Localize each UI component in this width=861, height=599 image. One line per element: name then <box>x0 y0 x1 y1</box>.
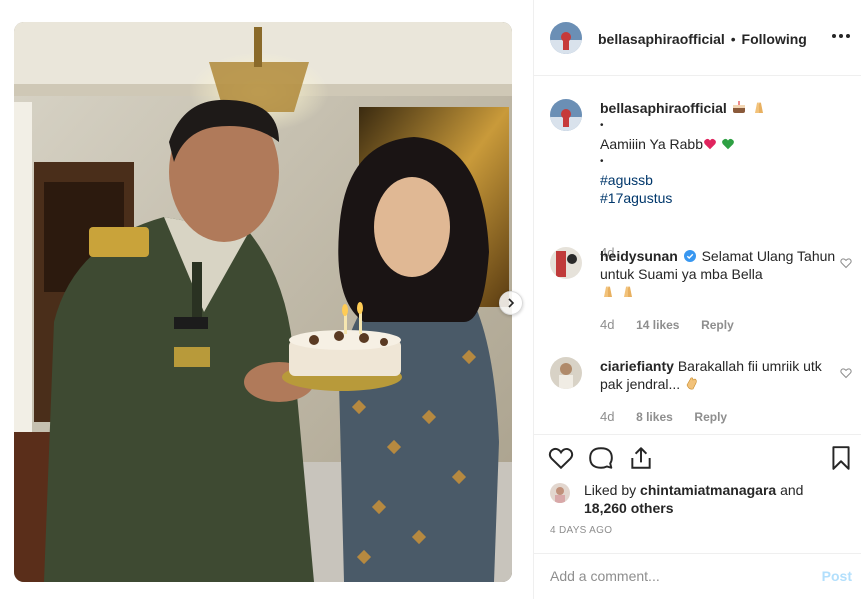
green-heart-emoji-icon <box>721 138 734 150</box>
comment-bubble-icon[interactable] <box>588 445 614 471</box>
post-timestamp[interactable]: 4 DAYS AGO <box>550 525 612 536</box>
caption-avatar[interactable] <box>550 99 582 131</box>
liker-avatar[interactable] <box>550 483 570 503</box>
commenter-username[interactable]: heidysunan <box>600 248 678 264</box>
comment-reply-button[interactable]: Reply <box>701 318 734 332</box>
comment-likes[interactable]: 8 likes <box>636 410 673 424</box>
post-actions: Liked by chintamiatmanagara and 18,260 o… <box>534 434 861 599</box>
hashtag-link[interactable]: #agussb <box>600 171 836 189</box>
comments-section[interactable]: bellasaphiraofficial • Aamiiin Ya Rabb •… <box>534 77 861 435</box>
cake-emoji-icon <box>732 101 745 113</box>
like-comment-heart-icon[interactable] <box>840 367 852 379</box>
chevron-right-icon <box>508 298 515 308</box>
liker-avatar-image <box>550 483 570 503</box>
post-comment-button[interactable]: Post <box>822 568 852 584</box>
post-photo-image <box>14 22 512 582</box>
header-line: bellasaphiraofficial • Following <box>598 31 807 47</box>
liked-by-prefix: Liked by <box>584 482 637 498</box>
caption-text: Aamiiin Ya Rabb <box>600 136 703 152</box>
comment-age[interactable]: 4d <box>600 317 614 332</box>
post-header: bellasaphiraofficial • Following <box>534 0 861 76</box>
caption-username[interactable]: bellasaphiraofficial <box>600 100 727 116</box>
liker-username[interactable]: chintamiatmanagara <box>640 482 776 498</box>
comment-input[interactable] <box>550 564 800 588</box>
liked-by-text: Liked by chintamiatmanagara and 18,260 o… <box>584 481 824 517</box>
caption-header: bellasaphiraofficial <box>600 99 836 117</box>
caption-bullet: • <box>600 156 604 167</box>
liked-by-and: and <box>780 482 804 498</box>
praying-hands-emoji-icon <box>623 286 632 297</box>
post-side-panel: bellasaphiraofficial • Following bellasa… <box>533 0 861 599</box>
header-separator: • <box>730 31 736 47</box>
comment-age[interactable]: 4d <box>600 409 614 424</box>
red-heart-emoji-icon <box>704 138 716 150</box>
like-comment-heart-icon[interactable] <box>840 257 852 269</box>
action-icons-row <box>548 445 858 475</box>
commenter-avatar-image <box>550 247 582 279</box>
comment-body: heidysunan Selamat Ulang Tahun untuk Sua… <box>600 247 836 301</box>
praying-hands-emoji-icon <box>604 286 612 297</box>
comment-emoji-line <box>600 283 836 301</box>
verified-badge-icon <box>683 250 696 262</box>
comment-likes[interactable]: 14 likes <box>636 318 679 332</box>
likes-others-count[interactable]: 18,260 others <box>584 500 674 516</box>
caption-bullet: • <box>600 120 604 131</box>
instagram-post-modal: bellasaphiraofficial • Following bellasa… <box>0 0 861 599</box>
like-heart-icon[interactable] <box>548 445 574 471</box>
commenter-avatar-image <box>550 357 582 389</box>
praying-hands-emoji-icon <box>754 102 763 113</box>
next-photo-button[interactable] <box>499 291 523 315</box>
caption-avatar-image <box>550 99 582 131</box>
author-avatar[interactable] <box>550 22 582 54</box>
caption-body: bellasaphiraofficial • Aamiiin Ya Rabb •… <box>600 99 836 207</box>
bookmark-save-icon[interactable] <box>828 445 854 471</box>
commenter-avatar[interactable] <box>550 247 582 279</box>
author-avatar-image <box>550 22 582 54</box>
comment-reply-button[interactable]: Reply <box>694 410 727 424</box>
caption-text-line: Aamiiin Ya Rabb <box>600 135 836 153</box>
comment-meta: 4d 8 likes Reply <box>600 409 745 424</box>
more-options-icon[interactable] <box>832 32 850 40</box>
commenter-username[interactable]: ciariefianty <box>600 358 674 374</box>
author-username[interactable]: bellasaphiraofficial <box>598 31 725 47</box>
following-button[interactable]: Following <box>742 31 807 47</box>
post-photo[interactable] <box>14 22 512 582</box>
share-upload-icon[interactable] <box>628 445 654 471</box>
comment-body: ciariefianty Barakallah fii umriik utk p… <box>600 357 836 393</box>
add-comment-bar: Post <box>534 553 861 599</box>
comment-meta: 4d 14 likes Reply <box>600 317 752 332</box>
clapping-hands-emoji-icon <box>686 377 697 390</box>
hashtag-link[interactable]: #17agustus <box>600 189 836 207</box>
commenter-avatar[interactable] <box>550 357 582 389</box>
